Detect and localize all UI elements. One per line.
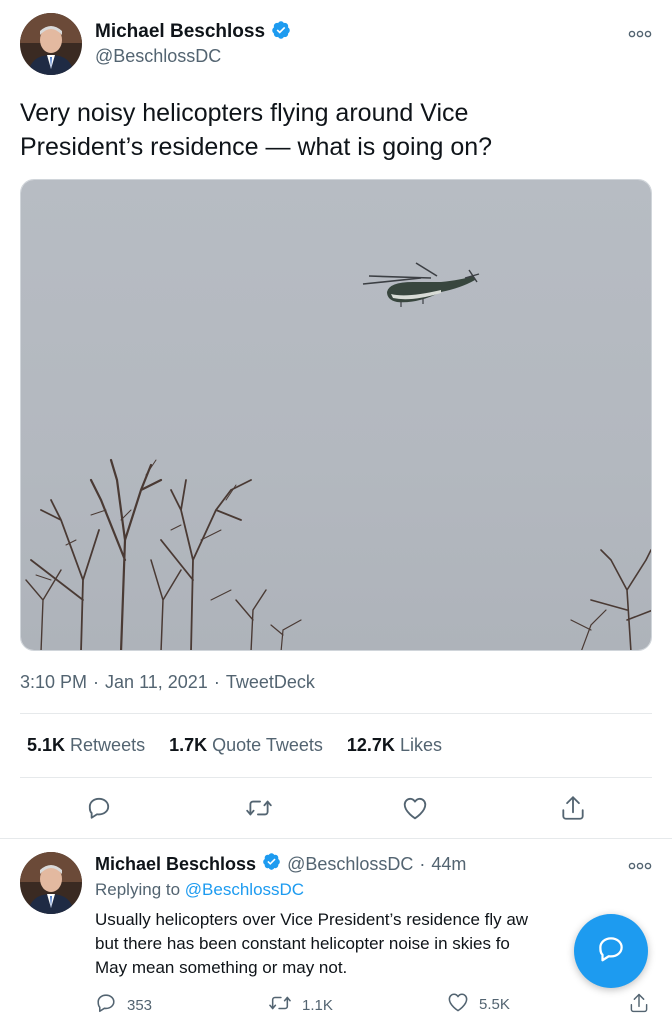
meta-separator: · bbox=[213, 672, 220, 692]
reply-text-line: but there has been constant helicopter n… bbox=[95, 934, 510, 953]
retweets-count: 5.1K bbox=[27, 735, 66, 755]
replying-to-label: Replying to bbox=[95, 880, 181, 899]
compose-icon bbox=[596, 934, 626, 969]
replying-to-line: Replying to @BeschlossDC bbox=[95, 880, 304, 900]
tweet-media-image[interactable] bbox=[20, 179, 652, 651]
author-name[interactable]: Michael Beschloss bbox=[95, 21, 265, 43]
reply-share-action[interactable] bbox=[628, 992, 650, 1018]
reply-author-name[interactable]: Michael Beschloss bbox=[95, 854, 256, 875]
like-count: 5.5K bbox=[479, 995, 510, 1013]
more-dots-icon[interactable] bbox=[628, 26, 652, 44]
reply-time[interactable]: 44m bbox=[431, 854, 466, 875]
divider bbox=[20, 777, 652, 778]
tweet-source[interactable]: TweetDeck bbox=[226, 672, 315, 693]
retweet-icon bbox=[268, 992, 292, 1018]
author-name-row: Michael Beschloss bbox=[95, 20, 291, 44]
quotes-label: Quote Tweets bbox=[212, 735, 323, 755]
helicopter-photo bbox=[21, 180, 651, 650]
reply-author-avatar[interactable] bbox=[20, 852, 82, 914]
reply-author-handle[interactable]: @BeschlossDC bbox=[287, 854, 413, 875]
reply-icon[interactable] bbox=[86, 795, 112, 821]
reply-text-line: May mean something or may not. bbox=[95, 958, 348, 977]
verified-badge-icon bbox=[262, 852, 281, 876]
compose-reply-button[interactable] bbox=[574, 914, 648, 988]
author-handle[interactable]: @BeschlossDC bbox=[95, 46, 221, 67]
tweet-meta-row: 3:10 PM · Jan 11, 2021 · TweetDeck bbox=[20, 672, 315, 693]
retweets-label: Retweets bbox=[70, 735, 146, 755]
share-icon[interactable] bbox=[560, 794, 586, 822]
share-icon bbox=[628, 992, 650, 1018]
divider bbox=[20, 713, 652, 714]
tweet-date[interactable]: Jan 11, 2021 bbox=[105, 672, 208, 693]
likes-stat[interactable]: 12.7K Likes bbox=[347, 735, 442, 756]
avatar-photo bbox=[20, 852, 82, 914]
reply-icon bbox=[95, 992, 117, 1018]
meta-separator: · bbox=[93, 672, 100, 692]
quotes-count: 1.7K bbox=[169, 735, 208, 755]
verified-badge-icon bbox=[271, 20, 291, 45]
reply-text-line: Usually helicopters over Vice President’… bbox=[95, 910, 529, 929]
retweet-count: 1.1K bbox=[302, 996, 333, 1014]
author-avatar[interactable] bbox=[20, 13, 82, 75]
likes-count: 12.7K bbox=[346, 735, 395, 755]
reply-header-row: Michael Beschloss @BeschlossDC · 44m bbox=[95, 852, 466, 876]
reply-reply-action[interactable]: 353 bbox=[95, 992, 152, 1018]
reply-like-action[interactable]: 5.5K bbox=[447, 992, 510, 1016]
like-icon[interactable] bbox=[402, 796, 428, 820]
meta-separator: · bbox=[419, 853, 426, 874]
reply-text: Usually helicopters over Vice President’… bbox=[95, 908, 655, 980]
more-dots-icon[interactable] bbox=[628, 858, 652, 876]
reply-count: 353 bbox=[127, 996, 153, 1014]
tweet-time[interactable]: 3:10 PM bbox=[20, 672, 87, 693]
tweet-stats-row: 5.1K Retweets 1.7K Quote Tweets 12.7K Li… bbox=[27, 735, 442, 756]
retweets-stat[interactable]: 5.1K Retweets bbox=[27, 735, 145, 756]
retweet-icon[interactable] bbox=[245, 795, 273, 821]
tweet-text: Very noisy helicopters flying around Vic… bbox=[20, 99, 493, 161]
avatar-photo bbox=[20, 13, 82, 75]
quotes-stat[interactable]: 1.7K Quote Tweets bbox=[169, 735, 323, 756]
likes-label: Likes bbox=[399, 735, 442, 755]
divider bbox=[0, 838, 672, 839]
like-icon bbox=[447, 992, 469, 1016]
replying-to-handle[interactable]: @BeschlossDC bbox=[185, 880, 304, 899]
reply-retweet-action[interactable]: 1.1K bbox=[268, 992, 333, 1018]
